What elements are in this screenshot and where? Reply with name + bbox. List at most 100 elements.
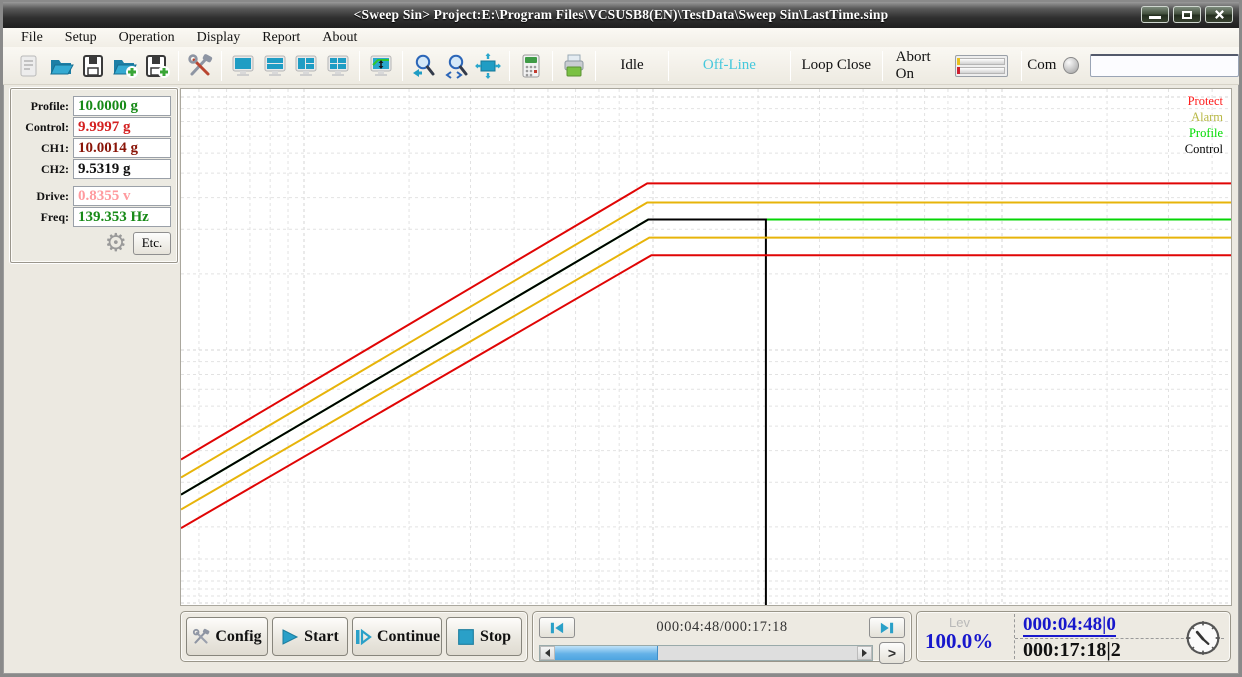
gear-icon[interactable]: ⚙ <box>105 230 127 256</box>
continue-button[interactable]: Continue <box>352 617 442 656</box>
meters-panel: Profile: 10.0000 g Control: 9.9997 g CH1… <box>10 88 178 263</box>
tools-icon <box>187 53 213 79</box>
time-progress-display: 000:04:48/000:17:18 <box>656 619 787 636</box>
legend-item-profile: Profile <box>1185 125 1223 141</box>
toolbar: Idle Off-Line Loop Close Abort On Com <box>3 47 1239 85</box>
open-button[interactable] <box>45 51 77 81</box>
toolbar-separator <box>595 51 596 81</box>
legend-item-control: Control <box>1185 141 1223 157</box>
config-button[interactable]: Config <box>186 617 268 656</box>
calculator-button[interactable] <box>515 51 547 81</box>
profile-label: Profile: <box>15 99 73 114</box>
meter-row-ch2: CH2: 9.5319 g <box>15 159 171 179</box>
com-status-led <box>1063 57 1079 74</box>
scrollbar-fill[interactable] <box>555 646 658 660</box>
next-button[interactable]: > <box>879 642 905 664</box>
ch1-value: 10.0014 g <box>73 138 171 158</box>
control-buttons-group: Config Start Continue Stop <box>180 611 528 662</box>
menu-about[interactable]: About <box>322 30 357 46</box>
config-tools-icon <box>192 628 210 646</box>
toolbar-separator <box>402 51 403 81</box>
transport-row-bottom: > <box>539 642 905 664</box>
config-button-label: Config <box>215 628 261 646</box>
toolbar-separator <box>359 51 360 81</box>
app-window: <Sweep Sin> Project:E:\Program Files\VCS… <box>0 0 1242 677</box>
transport-group: 000:04:48/000:17:18 > <box>532 611 912 662</box>
status-connection: Off-Line <box>674 57 785 74</box>
menu-report[interactable]: Report <box>262 30 300 46</box>
abort-bar-lower <box>958 67 1005 74</box>
com-message-field[interactable] <box>1090 54 1239 77</box>
layout-single-button[interactable] <box>227 51 259 81</box>
skip-back-button[interactable] <box>539 617 575 638</box>
monitor-scale-icon <box>368 53 394 79</box>
print-button[interactable] <box>558 51 590 81</box>
toolbar-separator <box>790 51 791 81</box>
full-scale-button[interactable] <box>472 51 504 81</box>
level-time-group: Lev 100.0% 000:04:48|0 000:17:18|2 <box>916 611 1231 662</box>
save-as-button[interactable] <box>141 51 173 81</box>
toolbar-separator <box>221 51 222 81</box>
level-value: 100.0% <box>925 629 993 654</box>
etc-button[interactable]: Etc. <box>133 232 171 255</box>
clock-widget[interactable] <box>1184 619 1222 662</box>
close-icon <box>1214 9 1225 20</box>
total-time: 000:17:18|2 <box>1023 639 1121 661</box>
toolbar-separator <box>509 51 510 81</box>
status-state: Idle <box>601 57 663 74</box>
save-button[interactable] <box>77 51 109 81</box>
minimize-button[interactable] <box>1141 6 1169 23</box>
skip-forward-button[interactable] <box>869 617 905 638</box>
open-folder-plus-icon <box>112 53 138 79</box>
calculator-icon <box>518 53 544 79</box>
progress-scrollbar[interactable] <box>539 645 873 661</box>
toolbar-separator <box>668 51 669 81</box>
minimize-icon <box>1149 16 1161 19</box>
legend-item-alarm: Alarm <box>1185 109 1223 125</box>
title-bar[interactable]: <Sweep Sin> Project:E:\Program Files\VCS… <box>3 2 1239 28</box>
menu-display[interactable]: Display <box>197 30 241 46</box>
toolbar-separator <box>178 51 179 81</box>
com-label: Com <box>1027 57 1056 74</box>
start-button[interactable]: Start <box>272 617 348 656</box>
level-column: Lev 100.0% <box>923 614 1015 659</box>
sweep-chart[interactable]: ProtectAlarmProfileControl <box>180 88 1232 606</box>
series-protect-lower <box>181 255 1231 528</box>
scroll-left-button[interactable] <box>540 646 555 660</box>
meter-row-profile: Profile: 10.0000 g <box>15 96 171 116</box>
clock-icon <box>1184 619 1222 657</box>
tools-button[interactable] <box>184 51 216 81</box>
drive-label: Drive: <box>15 189 73 204</box>
menu-operation[interactable]: Operation <box>119 30 175 46</box>
layout-two-rows-button[interactable] <box>259 51 291 81</box>
freq-value: 139.353 Hz <box>73 207 171 227</box>
toolbar-separator <box>552 51 553 81</box>
monitor-left-two-icon <box>293 53 319 79</box>
monitor-single-icon <box>230 53 256 79</box>
open-add-button[interactable] <box>109 51 141 81</box>
series-control <box>181 220 766 606</box>
time-column: 000:04:48|0 000:17:18|2 <box>1015 614 1224 659</box>
series-profile <box>181 220 1231 495</box>
scrollbar-track[interactable] <box>555 646 857 660</box>
zoom-select-button[interactable] <box>440 51 472 81</box>
menu-file[interactable]: File <box>21 30 43 46</box>
drive-value: 0.8355 v <box>73 186 171 206</box>
new-button[interactable] <box>13 51 45 81</box>
skip-back-icon <box>548 621 566 635</box>
auto-scale-button[interactable] <box>365 51 397 81</box>
maximize-button[interactable] <box>1173 6 1201 23</box>
skip-forward-icon <box>878 621 896 635</box>
toolbar-separator <box>882 51 883 81</box>
new-document-icon <box>16 53 42 79</box>
scroll-right-button[interactable] <box>857 646 872 660</box>
close-button[interactable] <box>1205 6 1233 23</box>
continue-icon <box>354 628 372 646</box>
elapsed-time: 000:04:48|0 <box>1023 614 1116 637</box>
menu-setup[interactable]: Setup <box>65 30 97 46</box>
zoom-back-button[interactable] <box>408 51 440 81</box>
layout-left-two-button[interactable] <box>291 51 323 81</box>
stop-button[interactable]: Stop <box>446 617 522 656</box>
layout-four-button[interactable] <box>322 51 354 81</box>
window-title: <Sweep Sin> Project:E:\Program Files\VCS… <box>354 7 889 23</box>
